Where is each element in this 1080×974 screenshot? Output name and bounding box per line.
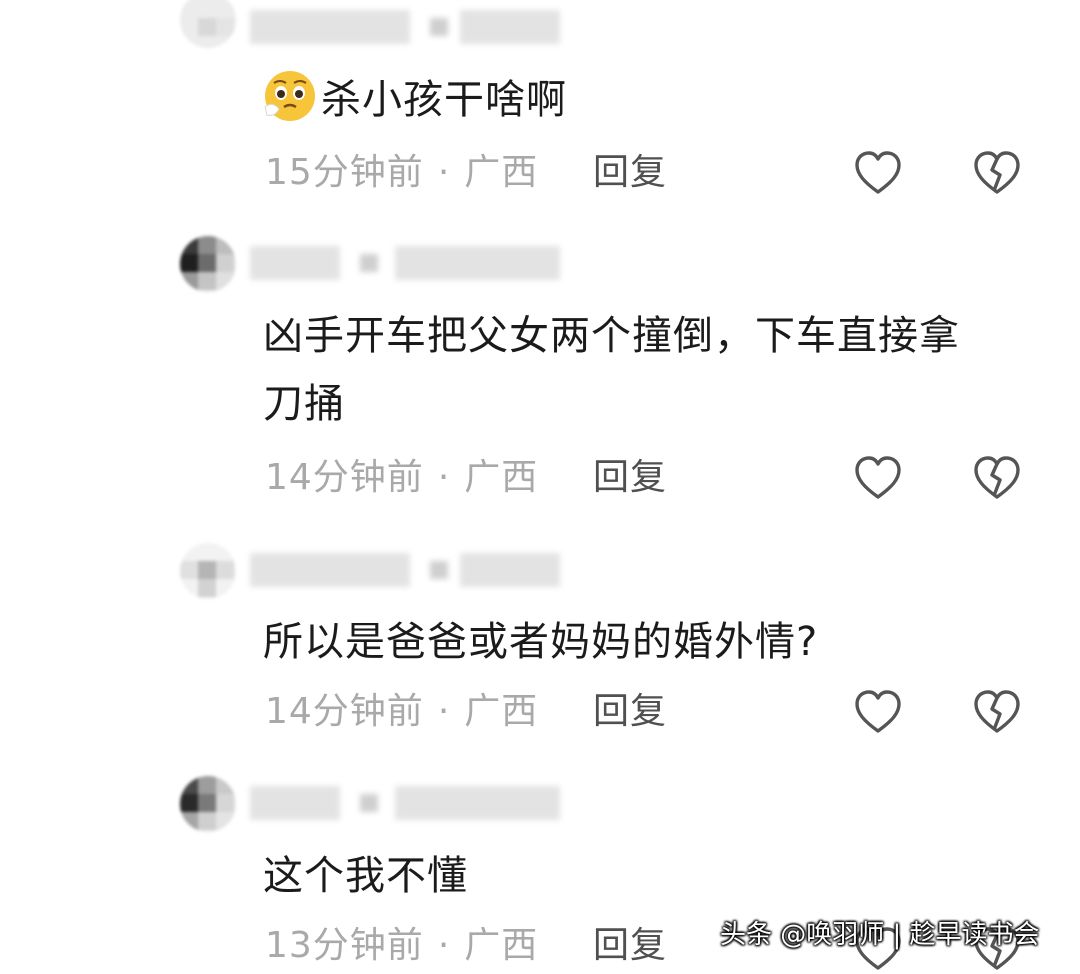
comment-text-line: 这个我不懂 [263,853,468,899]
comment-text-line: 刀捅 [263,381,345,427]
location: 广西 [464,457,539,498]
pleading-face-emoji [264,71,315,121]
comment-text-line: 凶手开车把父女两个撞倒，下车直接拿 [263,313,960,359]
comment-meta: 15分钟前 · 广西 [265,151,538,195]
broken-heart-icon[interactable] [973,150,1021,196]
location: 广西 [464,691,539,732]
reply-button[interactable]: 回复 [593,151,667,195]
timestamp: 14分钟前 [265,691,424,732]
broken-heart-icon[interactable] [973,689,1021,735]
comment-meta: 13分钟前 · 广西 [265,924,538,968]
avatar[interactable] [180,776,236,832]
reply-button[interactable]: 回复 [593,456,667,500]
heart-outline-icon[interactable] [854,150,902,196]
location: 广西 [464,152,539,193]
timestamp: 13分钟前 [265,925,424,966]
meta-separator: · [437,691,451,732]
reply-button[interactable]: 回复 [593,690,667,734]
username-blurred[interactable] [250,10,560,44]
meta-separator: · [437,152,451,193]
heart-outline-icon[interactable] [854,455,902,501]
meta-separator: · [437,925,451,966]
avatar[interactable] [180,0,236,48]
comment-text: 杀小孩干啥啊 [263,66,1043,134]
comment-text: 凶手开车把父女两个撞倒，下车直接拿 刀捅 [263,302,1043,438]
avatar[interactable] [180,543,236,599]
broken-heart-icon[interactable] [973,455,1021,501]
avatar[interactable] [180,236,236,292]
timestamp: 15分钟前 [265,152,424,193]
location: 广西 [464,925,539,966]
comment-meta: 14分钟前 · 广西 [265,456,538,500]
username-blurred[interactable] [250,553,560,587]
username-blurred[interactable] [250,246,560,280]
meta-separator: · [437,457,451,498]
heart-outline-icon[interactable] [854,689,902,735]
comment-text-line: 所以是爸爸或者妈妈的婚外情? [263,619,819,665]
reply-button[interactable]: 回复 [593,924,667,968]
timestamp: 14分钟前 [265,457,424,498]
comment-meta: 14分钟前 · 广西 [265,690,538,734]
watermark: 头条 @唤羽师 | 趁早读书会 [720,920,1040,950]
comment-text: 这个我不懂 [263,842,1043,910]
username-blurred[interactable] [250,786,560,820]
comment-text: 所以是爸爸或者妈妈的婚外情? [263,608,1043,676]
